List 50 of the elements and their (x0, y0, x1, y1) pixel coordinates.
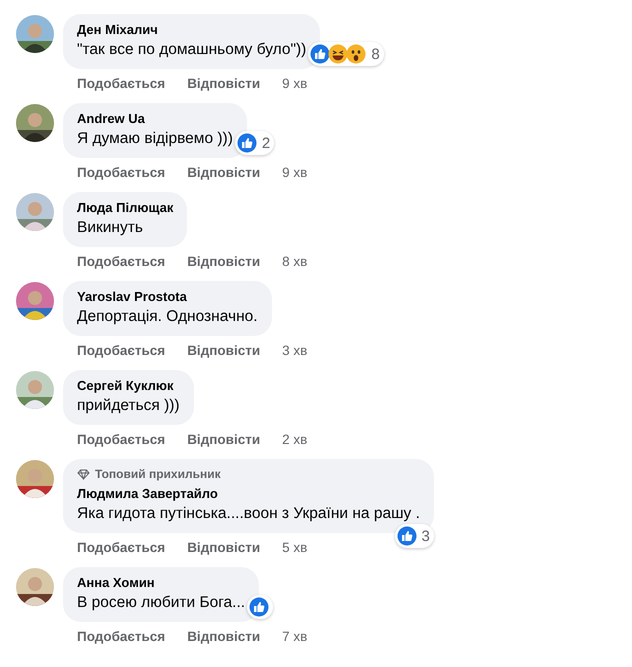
thumbs-up-icon (236, 133, 257, 153)
like-link[interactable]: Подобається (77, 432, 166, 447)
like-link[interactable]: Подобається (77, 629, 166, 644)
comment-author[interactable]: Yaroslav Prostota (77, 289, 258, 304)
comment-time: 5 хв (282, 540, 308, 555)
like-link[interactable]: Подобається (77, 343, 166, 358)
comment-time: 2 хв (282, 432, 308, 447)
reactions-pill[interactable]: 3 (394, 524, 434, 548)
reply-link[interactable]: Відповісти (187, 432, 260, 447)
comment-text: прийдеться ))) (77, 396, 180, 416)
reply-link[interactable]: Відповісти (187, 165, 260, 180)
comment-time: 9 хв (282, 165, 308, 180)
comment-author[interactable]: Люда Пілющак (77, 200, 174, 215)
comment-author[interactable]: Анна Хомин (77, 575, 246, 590)
reactions-pill[interactable]: 2 (234, 131, 274, 155)
comment-text: Депортація. Однозначно. (77, 307, 258, 327)
surprised-emoji-icon (346, 44, 366, 64)
comment-author[interactable]: Людмила Завертайло (77, 486, 420, 501)
reaction-count: 2 (262, 134, 270, 152)
reactions-pill[interactable] (247, 595, 274, 619)
like-link[interactable]: Подобається (77, 76, 166, 91)
like-link[interactable]: Подобається (77, 165, 166, 180)
reply-link[interactable]: Відповісти (187, 76, 260, 91)
reaction-count: 3 (422, 528, 430, 544)
comment-time: 8 хв (282, 254, 308, 269)
reply-link[interactable]: Відповісти (187, 629, 260, 644)
thumbs-up-icon (396, 526, 417, 546)
comment-text: Яка гидота путінська....воон з України на рашу . (77, 504, 420, 524)
comment-time: 9 хв (282, 76, 308, 91)
comment-author[interactable]: Ден Міхалич (77, 22, 306, 37)
diamond-icon (77, 468, 90, 480)
reply-link[interactable]: Відповісти (187, 540, 260, 555)
like-link[interactable]: Подобається (77, 540, 166, 555)
top-fan-label: Топовий прихильник (95, 467, 221, 481)
reply-link[interactable]: Відповісти (187, 343, 260, 358)
reply-link[interactable]: Відповісти (187, 254, 260, 269)
comment-text: "так все по домашньому було")) (77, 40, 306, 60)
reaction-count: 8 (371, 46, 380, 62)
thumbs-up-icon (310, 44, 330, 64)
laughing-emoji-icon (328, 44, 348, 64)
comment-text: Я думаю відірвемо ))) (77, 129, 233, 149)
comment-time: 3 хв (282, 343, 308, 358)
comment-text: Викинуть (77, 218, 144, 238)
comment-time: 7 хв (282, 629, 308, 644)
comment-author[interactable]: Сергей Куклюк (77, 378, 180, 393)
comment-text: В росею любити Бога... (77, 593, 246, 613)
like-link[interactable]: Подобається (77, 254, 166, 269)
comment-author[interactable]: Andrew Ua (77, 111, 233, 126)
thumbs-up-icon (249, 597, 270, 617)
reactions-pill[interactable]: 8 (308, 42, 384, 66)
